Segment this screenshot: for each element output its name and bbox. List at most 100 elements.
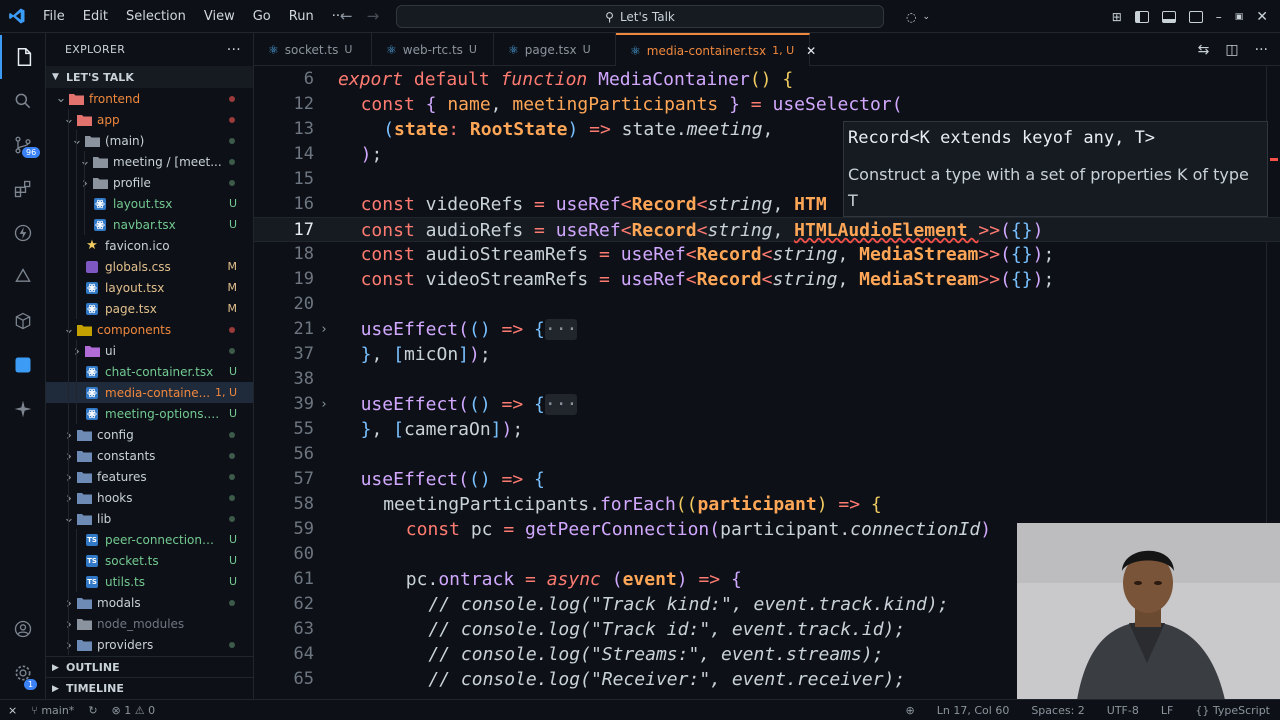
code-line[interactable]: 58 meetingParticipants.forEach((participa… <box>254 492 1280 517</box>
command-center-search[interactable]: ⚲ Let's Talk <box>396 5 884 28</box>
tree-item-chat-container-tsx[interactable]: chat-container.tsx U <box>46 361 253 382</box>
code-line[interactable]: 19 const videoStreamRefs = useRef<Record<… <box>254 267 1280 292</box>
tree-item-config[interactable]: › config <box>46 424 253 445</box>
encoding[interactable]: UTF-8 <box>1107 704 1139 717</box>
tree-item-favicon-ico[interactable]: ★ favicon.ico <box>46 235 253 256</box>
copilot-chat-icon[interactable] <box>0 387 46 431</box>
code-token: // console.log("Track kind:", event.trac… <box>428 594 949 615</box>
more-actions-icon[interactable]: ··· <box>227 42 241 58</box>
tree-item-components[interactable]: ⌄ components <box>46 319 253 340</box>
docker-icon[interactable] <box>0 255 46 299</box>
tree-item-utils-ts[interactable]: TS utils.ts U <box>46 571 253 592</box>
tree-item-meeting-meet-[interactable]: ⌄ meeting / [meet... <box>46 151 253 172</box>
tree-item-constants[interactable]: › constants <box>46 445 253 466</box>
code-line[interactable]: 12 const { name, meetingParticipants } = … <box>254 92 1280 117</box>
tree-item-app[interactable]: ⌄ app <box>46 109 253 130</box>
code-line[interactable]: 39 › useEffect(() => {··· <box>254 392 1280 417</box>
account-icon[interactable] <box>0 607 46 651</box>
indent-guide <box>84 172 85 193</box>
remote-explorer-icon[interactable] <box>0 299 46 343</box>
toggle-secondary-sidebar-icon[interactable] <box>1188 10 1203 23</box>
minimize-icon[interactable]: – <box>1216 10 1222 24</box>
menu-item-edit[interactable]: Edit <box>74 9 117 24</box>
code-line[interactable]: 21 › useEffect(() => {··· <box>254 317 1280 342</box>
tab-socket-ts[interactable]: ⚛ socket.ts U <box>254 33 372 66</box>
tab-media-container-tsx[interactable]: ⚛ media-container.tsx 1, U ✕ <box>616 33 816 66</box>
search-icon[interactable] <box>0 79 46 123</box>
code-token: = <box>599 269 621 290</box>
copilot-button[interactable]: ◌ ⌄ <box>896 6 940 27</box>
run-debug-icon[interactable] <box>0 211 46 255</box>
code-line[interactable]: 56 <box>254 442 1280 467</box>
tree-item-navbar-tsx[interactable]: navbar.tsx U <box>46 214 253 235</box>
tree-item-layout-tsx[interactable]: layout.tsx M <box>46 277 253 298</box>
sync-icon[interactable]: ↻ <box>88 704 97 717</box>
explorer-icon[interactable] <box>0 35 46 79</box>
extensions-icon[interactable] <box>0 167 46 211</box>
tree-item-node-modules[interactable]: › node_modules <box>46 613 253 634</box>
code-line[interactable]: 20 <box>254 292 1280 317</box>
outline-section[interactable]: ▶ OUTLINE <box>46 656 254 678</box>
tree-item-modals[interactable]: › modals <box>46 592 253 613</box>
menu-item-go[interactable]: Go <box>244 9 280 24</box>
tab-page-tsx[interactable]: ⚛ page.tsx U <box>494 33 616 66</box>
remote-icon[interactable]: ⨯ <box>8 704 17 717</box>
tree-item-peer-connections-ts[interactable]: TS peer-connections.ts U <box>46 529 253 550</box>
close-window-icon[interactable]: ✕ <box>1256 9 1268 25</box>
tree-item-label: utils.ts <box>105 574 146 589</box>
tree-item-layout-tsx[interactable]: layout.tsx U <box>46 193 253 214</box>
code-line[interactable]: 38 <box>254 367 1280 392</box>
code-token: ) <box>980 519 992 540</box>
back-arrow-icon[interactable]: ← <box>340 7 353 25</box>
fold-chevron-icon[interactable]: › <box>320 392 328 417</box>
problems-indicator[interactable]: ⊗ 1 ⚠ 0 <box>112 704 156 717</box>
menu-item-file[interactable]: File <box>34 9 74 24</box>
toggle-primary-sidebar-icon[interactable] <box>1134 10 1149 23</box>
code-token: useRef <box>620 244 686 265</box>
code-line[interactable]: 57 useEffect(() => { <box>254 467 1280 492</box>
menu-item-view[interactable]: View <box>195 9 244 24</box>
code-line[interactable]: 17 const audioRefs = useRef<Record<string… <box>254 217 1280 242</box>
tree-item-page-tsx[interactable]: page.tsx M <box>46 298 253 319</box>
customize-layout-icon[interactable]: ⊞ <box>1112 10 1122 24</box>
toggle-panel-icon[interactable] <box>1161 10 1176 23</box>
source-control-icon[interactable]: 96 <box>0 123 46 167</box>
tab-web-rtc-ts[interactable]: ⚛ web-rtc.ts U <box>372 33 494 66</box>
indentation[interactable]: Spaces: 2 <box>1031 704 1084 717</box>
tree-item-providers[interactable]: › providers <box>46 634 253 655</box>
menu-item-run[interactable]: Run <box>280 9 323 24</box>
tree-item-globals-css[interactable]: globals.css M <box>46 256 253 277</box>
tree-item-frontend[interactable]: ⌄ frontend <box>46 88 253 109</box>
cursor-position[interactable]: Ln 17, Col 60 <box>937 704 1010 717</box>
tree-item-ui[interactable]: › ui <box>46 340 253 361</box>
zoom-icon[interactable]: ⊕ <box>906 704 915 717</box>
code-line[interactable]: 18 const audioStreamRefs = useRef<Record<… <box>254 242 1280 267</box>
split-editor-icon[interactable]: ◫ <box>1225 42 1238 58</box>
code-line[interactable]: 6 export default function MediaContainer(… <box>254 67 1280 92</box>
workspace-root[interactable]: ▼ LET'S TALK <box>46 66 253 88</box>
tree-item-meeting-options-tsx[interactable]: meeting-options.tsx U <box>46 403 253 424</box>
maximize-icon[interactable]: ▣ <box>1235 12 1244 22</box>
tree-item-profile[interactable]: › profile <box>46 172 253 193</box>
terminal-icon[interactable] <box>0 343 46 387</box>
timeline-section[interactable]: ▶ TIMELINE <box>46 677 254 699</box>
type-hover-tooltip: Record<K extends keyof any, T> Construct… <box>843 121 1268 217</box>
menu-item-selection[interactable]: Selection <box>117 9 195 24</box>
code-line[interactable]: 37}, [micOn]); <box>254 342 1280 367</box>
compare-changes-icon[interactable]: ⇆ <box>1198 42 1210 58</box>
tree-item-lib[interactable]: ⌄ lib <box>46 508 253 529</box>
forward-arrow-icon[interactable]: → <box>367 7 380 25</box>
language-mode[interactable]: {} TypeScript <box>1195 704 1270 717</box>
tree-item-hooks[interactable]: › hooks <box>46 487 253 508</box>
close-tab-icon[interactable]: ✕ <box>806 44 816 58</box>
branch-indicator[interactable]: ⑂ main* <box>31 704 74 717</box>
code-line[interactable]: 55}, [cameraOn]); <box>254 417 1280 442</box>
tree-item-media-containe-[interactable]: media-containe... 1, U <box>46 382 253 403</box>
tree-item-features[interactable]: › features <box>46 466 253 487</box>
manage-gear-icon[interactable]: 1 <box>0 651 46 695</box>
tree-item-socket-ts[interactable]: TS socket.ts U <box>46 550 253 571</box>
fold-chevron-icon[interactable]: › <box>320 317 328 342</box>
tree-item--main-[interactable]: ⌄ (main) <box>46 130 253 151</box>
eol[interactable]: LF <box>1161 704 1173 717</box>
more-actions-icon[interactable]: ··· <box>1255 42 1268 58</box>
